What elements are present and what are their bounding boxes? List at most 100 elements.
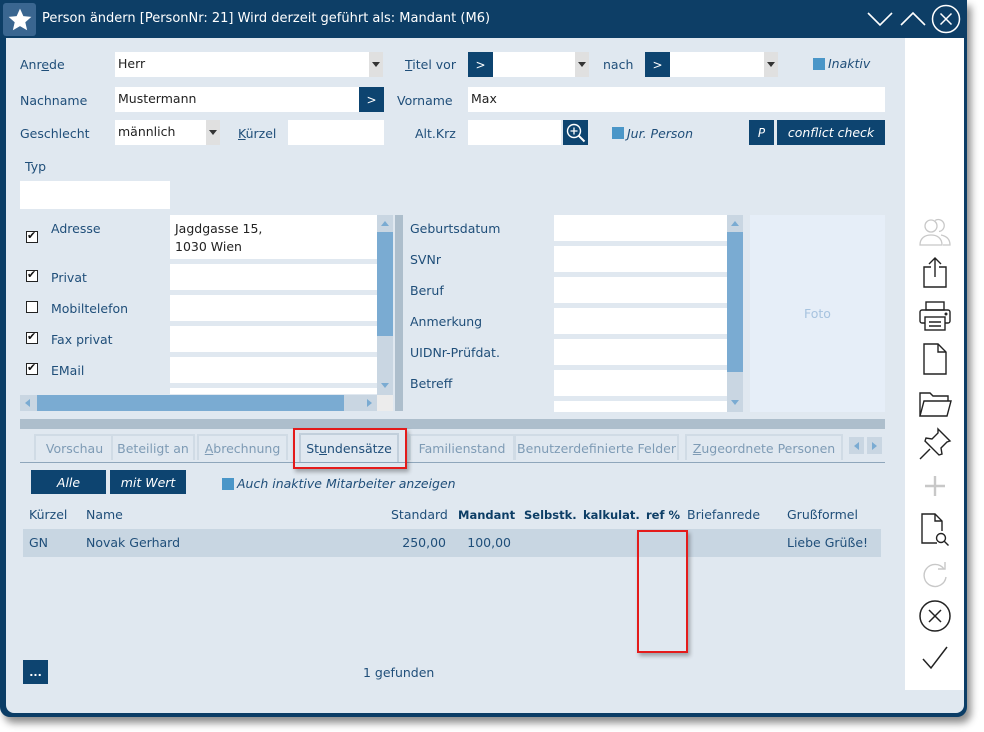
betreff-input[interactable] — [554, 370, 727, 396]
zoom-search-button[interactable] — [563, 120, 588, 145]
tab-abrechnung[interactable]: Abrechnung — [197, 434, 288, 460]
scroll-up-arrow-icon[interactable] — [381, 221, 389, 226]
client-area: Anrede Herr Titel vor > nach > Inaktiv N… — [6, 38, 964, 713]
scroll-up-arrow-icon[interactable] — [731, 221, 739, 226]
minimize-button[interactable] — [865, 4, 895, 34]
scroll-down-arrow-icon[interactable] — [731, 400, 739, 405]
details-vertical-scrollbar[interactable] — [727, 215, 743, 412]
geburtsdatum-input[interactable] — [554, 215, 727, 241]
contact-checkbox-privat[interactable] — [26, 268, 38, 282]
geschlecht-dropdown[interactable]: männlich — [115, 120, 220, 145]
contact-value-privat[interactable] — [170, 264, 377, 290]
column-header-selbstk[interactable]: Selbstk. — [524, 508, 577, 522]
foto-placeholder[interactable]: Foto — [750, 215, 885, 412]
svnr-input[interactable] — [554, 246, 727, 272]
column-header-grussformel[interactable]: Grußformel — [787, 507, 858, 522]
document-search-icon[interactable] — [917, 511, 953, 547]
plus-icon[interactable] — [917, 468, 953, 504]
contact-value-fax-privat[interactable] — [170, 326, 377, 352]
tab-beteiligt-an[interactable]: Beteiligt an — [111, 434, 195, 460]
uidnr-pruefdat-input[interactable] — [554, 339, 727, 365]
nachname-input[interactable]: Mustermann — [115, 87, 359, 112]
scroll-left-arrow-icon[interactable] — [25, 399, 30, 407]
contact-label: EMail — [51, 363, 85, 378]
column-header-name[interactable]: Name — [86, 507, 123, 522]
scroll-down-arrow-icon[interactable] — [381, 383, 389, 388]
maximize-button[interactable] — [898, 4, 928, 34]
column-header-briefanrede[interactable]: Briefanrede — [687, 507, 760, 522]
address-line-1: Jagdgasse 15, — [175, 221, 263, 236]
titel-nach-dropdown[interactable] — [670, 52, 778, 77]
typ-label: Typ — [25, 159, 47, 174]
inaktiv-checkbox[interactable] — [813, 58, 825, 70]
mit-wert-button[interactable]: mit Wert — [110, 470, 186, 494]
p-button[interactable]: P — [749, 120, 774, 145]
contact-value-email[interactable] — [170, 357, 377, 383]
column-header-kuerzel[interactable]: Kürzel — [29, 507, 67, 522]
tab-familienstand[interactable]: Familienstand — [409, 434, 515, 460]
beruf-input[interactable] — [554, 277, 727, 303]
panel-splitter[interactable] — [395, 215, 403, 411]
anrede-dropdown[interactable]: Herr — [115, 52, 383, 77]
close-button[interactable] — [931, 4, 961, 34]
column-header-standard[interactable]: Standard — [391, 507, 448, 522]
typ-input[interactable] — [20, 181, 170, 209]
contact-checkbox-adresse[interactable] — [26, 229, 38, 243]
inaktive-mitarbeiter-checkbox[interactable] — [222, 478, 234, 490]
kuerzel-label: Kürzel — [238, 126, 277, 141]
contact-checkbox-email[interactable] — [26, 361, 38, 375]
kuerzel-input[interactable] — [288, 120, 384, 145]
person-edit-window: Person ändern [PersonNr: 21] Wird derzei… — [0, 0, 967, 717]
pin-icon[interactable] — [917, 426, 953, 462]
folder-icon[interactable] — [917, 386, 953, 422]
vorname-input[interactable]: Max — [468, 87, 885, 112]
contacts-horizontal-scrollbar[interactable] — [20, 395, 377, 411]
scroll-thumb[interactable] — [727, 232, 743, 372]
more-options-button[interactable]: ... — [23, 660, 48, 684]
horizontal-splitter[interactable] — [20, 419, 885, 429]
tab-scroll-left-button[interactable] — [849, 437, 864, 454]
tab-scroll-right-button[interactable] — [867, 437, 882, 454]
document-icon[interactable] — [917, 341, 953, 377]
column-header-ref-percent[interactable]: ref % — [646, 508, 680, 522]
alle-button[interactable]: Alle — [31, 470, 106, 494]
tab-zugeordnete-personen[interactable]: Zugeordnete Personen — [685, 434, 843, 460]
jur-person-checkbox[interactable] — [612, 127, 624, 139]
conflict-check-button[interactable]: conflict check — [777, 120, 885, 145]
titel-vor-dropdown[interactable] — [493, 52, 589, 77]
altkrz-input[interactable] — [468, 120, 561, 145]
close-icon — [931, 4, 961, 34]
contact-value-mobiltelefon[interactable] — [170, 295, 377, 321]
nachname-select-button[interactable]: > — [359, 87, 384, 112]
geschlecht-label: Geschlecht — [20, 126, 90, 141]
column-header-kalkulat[interactable]: kalkulat. — [583, 508, 640, 522]
scroll-right-arrow-icon[interactable] — [367, 399, 372, 407]
contact-value-adresse[interactable]: Jagdgasse 15, 1030 Wien — [170, 215, 377, 259]
contact-value-partial — [170, 388, 377, 394]
scroll-thumb[interactable] — [37, 395, 344, 411]
printer-icon[interactable] — [917, 298, 953, 334]
refresh-icon[interactable] — [917, 557, 953, 593]
star-icon[interactable] — [3, 3, 36, 36]
share-icon[interactable] — [917, 254, 953, 290]
detail-label: Betreff — [410, 376, 453, 391]
column-header-mandant[interactable]: Mandant — [458, 508, 515, 522]
tab-bar: Vorschau Beteiligt an Abrechnung St u nden… — [20, 433, 885, 463]
tab-vorschau[interactable]: Vorschau — [34, 434, 115, 460]
anmerkung-input[interactable] — [554, 308, 727, 334]
titel-vor-label: Titel vor — [405, 57, 456, 72]
users-icon[interactable] — [917, 214, 953, 250]
tab-benutzerdefinierte-felder[interactable]: Benutzerdefinierte Felder — [514, 434, 679, 460]
contact-checkbox-fax-privat[interactable] — [26, 330, 38, 344]
chevron-down-icon — [575, 52, 589, 77]
confirm-icon[interactable] — [917, 640, 953, 676]
scroll-thumb[interactable] — [377, 232, 393, 336]
chevron-down-icon — [764, 52, 778, 77]
contacts-vertical-scrollbar[interactable] — [377, 215, 393, 395]
titel-nach-select-button[interactable]: > — [645, 52, 670, 77]
titel-vor-select-button[interactable]: > — [468, 52, 493, 77]
table-row[interactable]: GN Novak Gerhard 250,00 100,00 Liebe Grü… — [23, 529, 881, 557]
contact-checkbox-mobiltelefon[interactable] — [26, 301, 38, 313]
cancel-icon[interactable] — [917, 598, 953, 634]
nach-label: nach — [603, 57, 634, 72]
